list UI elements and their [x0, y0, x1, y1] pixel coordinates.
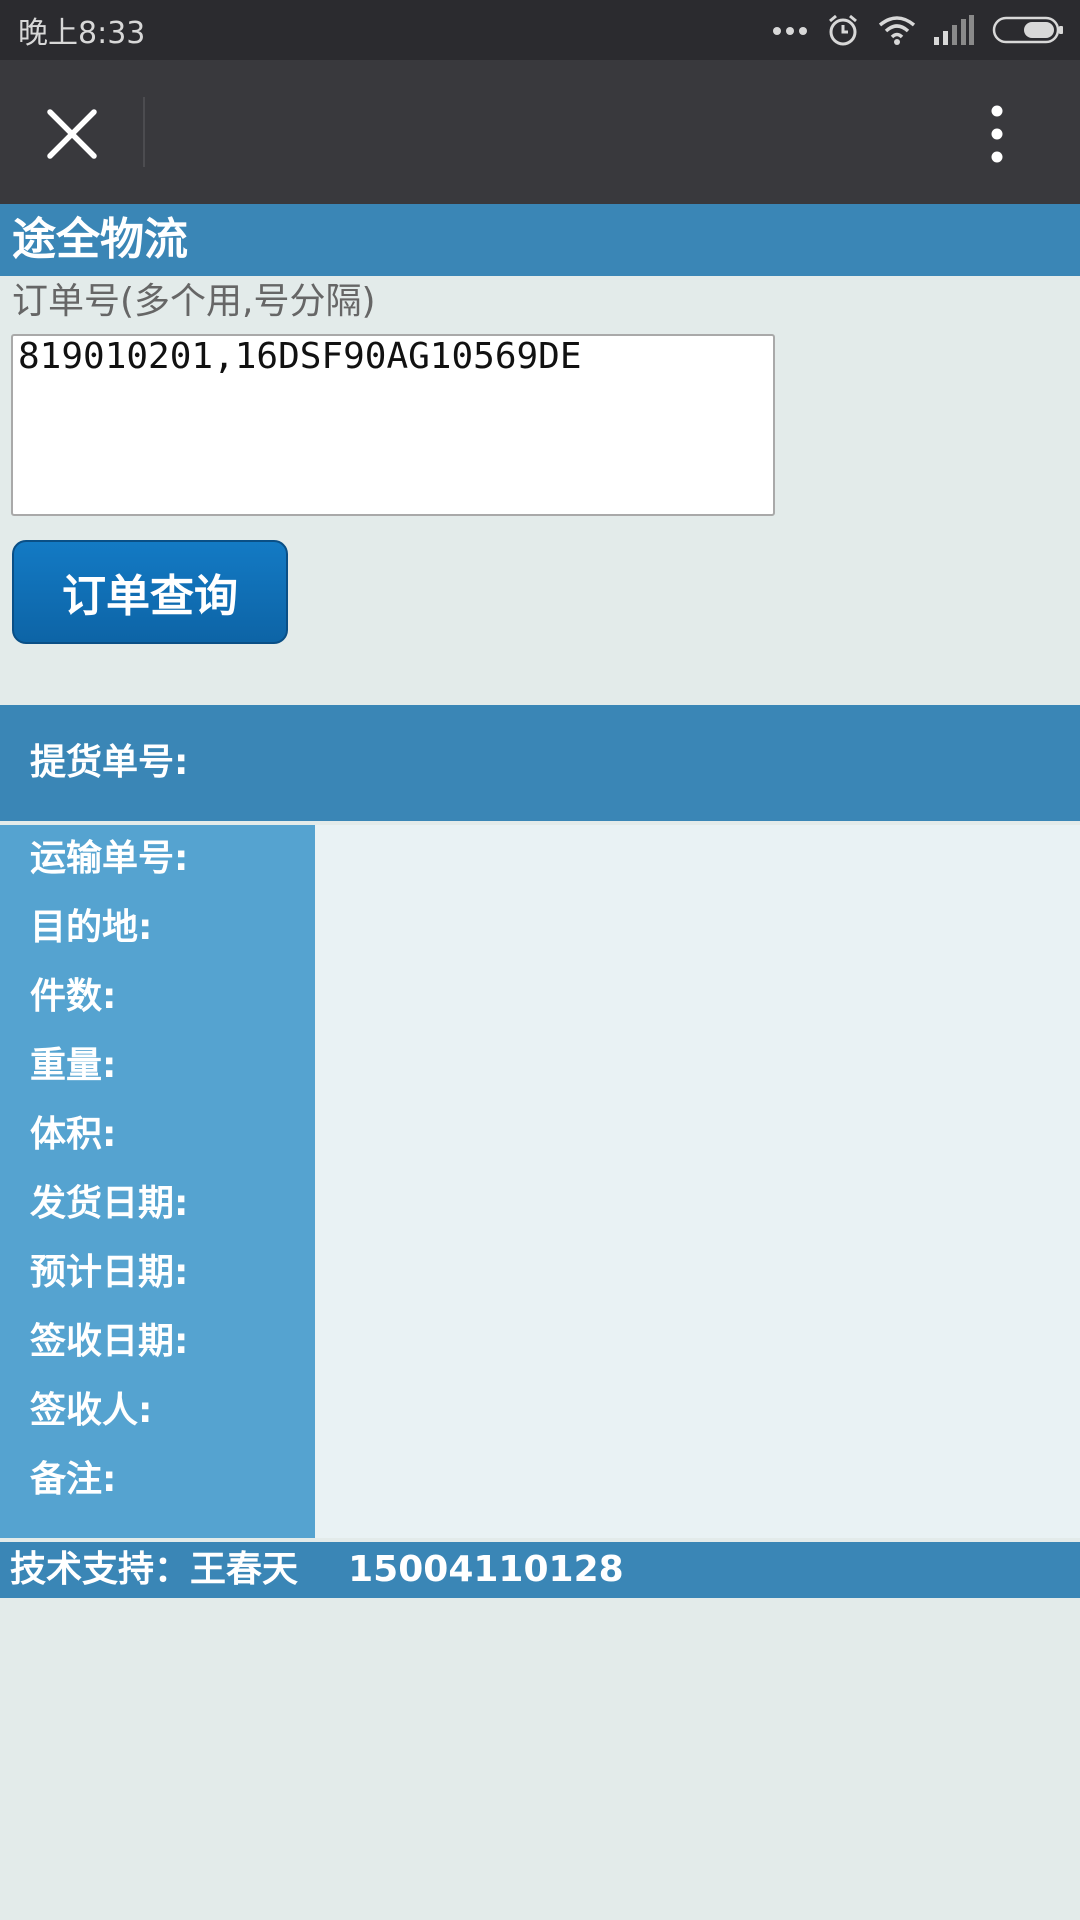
- field-destination-label: 目的地:: [30, 907, 153, 948]
- more-options-button[interactable]: [965, 92, 1029, 176]
- wifi-icon: [878, 15, 916, 45]
- field-receipt-date-label: 签收日期:: [30, 1321, 189, 1362]
- close-button[interactable]: [30, 92, 114, 176]
- field-ship-date-label: 发货日期:: [30, 1183, 189, 1224]
- signal-icon: [934, 15, 974, 45]
- more-vertical-icon: [991, 105, 1003, 163]
- status-bar: 晚上8:33: [0, 0, 1080, 60]
- field-volume-label: 体积:: [30, 1114, 117, 1155]
- pickup-number-label: 提货单号:: [0, 705, 1080, 821]
- result-detail-area: 运输单号: 目的地: 件数: 重量: 体积: 发货日期: 预计日期: 签收日期:…: [0, 825, 1080, 1538]
- app-title: 途全物流: [0, 204, 1080, 276]
- field-receiver-label: 签收人:: [30, 1390, 153, 1431]
- close-icon: [47, 109, 97, 159]
- order-query-button[interactable]: 订单查询: [12, 540, 288, 644]
- result-labels-column: 运输单号: 目的地: 件数: 重量: 体积: 发货日期: 预计日期: 签收日期:…: [0, 825, 315, 1538]
- field-estimated-date-label: 预计日期:: [30, 1252, 189, 1293]
- order-number-input[interactable]: 819010201,16DSF90AG10569DE: [11, 334, 775, 516]
- field-remarks-label: 备注:: [30, 1459, 117, 1500]
- more-dots-icon: [772, 24, 808, 36]
- order-number-label: 订单号(多个用,号分隔): [12, 281, 376, 322]
- battery-icon: [992, 15, 1064, 45]
- alarm-icon: [826, 13, 860, 47]
- title-bar: [0, 60, 1080, 204]
- title-divider: [143, 97, 145, 167]
- field-pieces-label: 件数:: [30, 976, 117, 1017]
- field-transport-number-label: 运输单号:: [30, 838, 189, 879]
- status-icons: [772, 13, 1064, 47]
- status-time: 晚上8:33: [18, 16, 146, 51]
- tech-support-footer: 技术支持：王春天 15004110128: [0, 1542, 1080, 1598]
- field-weight-label: 重量:: [30, 1045, 117, 1086]
